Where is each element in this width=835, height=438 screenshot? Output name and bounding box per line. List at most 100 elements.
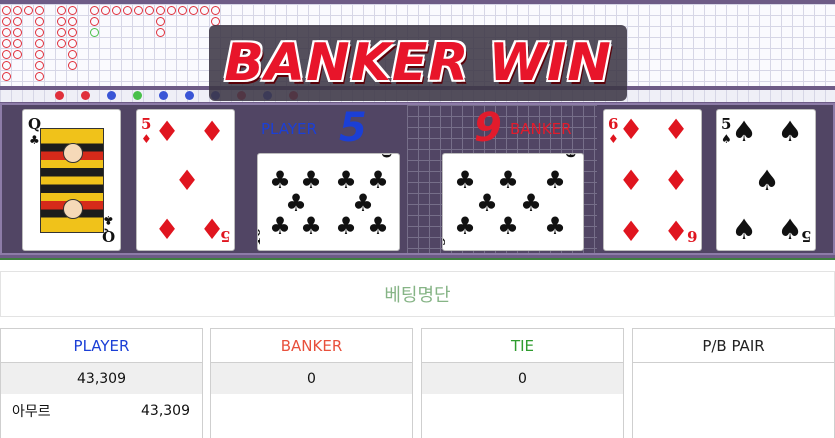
column-header: TIE bbox=[422, 329, 623, 363]
column-header: P/B PAIR bbox=[633, 329, 834, 363]
roadmap-dot bbox=[35, 28, 44, 37]
bead-dot bbox=[55, 91, 64, 100]
roadmap-dot bbox=[68, 61, 77, 70]
club-icon: ♣ bbox=[454, 212, 476, 240]
player-card-1: Q ♣ ♣ Q bbox=[22, 109, 121, 251]
roadmap-dot bbox=[2, 28, 11, 37]
bet-column-tie: TIE 0 bbox=[421, 328, 624, 438]
roadmap-dot bbox=[13, 6, 22, 15]
diamond-icon: ♦ bbox=[663, 113, 689, 146]
card-rank: 5 bbox=[721, 115, 732, 133]
diamond-icon: ♦ bbox=[663, 215, 689, 248]
roadmap-dot bbox=[57, 6, 66, 15]
spade-icon: ♠ bbox=[721, 132, 732, 146]
spade-icon: ♠ bbox=[754, 164, 780, 197]
player-card-3: 10 10 ♣ ♣ ♣ ♣ ♣ ♣ ♣ ♣ ♣ ♣ bbox=[257, 153, 400, 251]
roadmap-dot bbox=[2, 6, 11, 15]
game-area: Q ♣ ♣ Q 5 ♦ ♦ ♦ ♦ ♦ ♦ 5 PLAYER 5 10 10 ♣… bbox=[0, 0, 835, 258]
roadmap-dot bbox=[134, 6, 143, 15]
bet-amount: 43,309 bbox=[141, 403, 190, 419]
roadmap-dot bbox=[2, 61, 11, 70]
roadmap-dot bbox=[57, 39, 66, 48]
roadmap-dot bbox=[35, 72, 44, 81]
banker-score: 9 bbox=[474, 105, 502, 151]
roadmap-dot bbox=[68, 17, 77, 26]
roadmap-dot bbox=[13, 50, 22, 59]
roadmap-dot bbox=[35, 50, 44, 59]
card-panel: Q ♣ ♣ Q 5 ♦ ♦ ♦ ♦ ♦ ♦ 5 PLAYER 5 10 10 ♣… bbox=[0, 103, 835, 255]
diamond-icon: ♦ bbox=[154, 213, 180, 246]
result-text: BANKER WIN bbox=[224, 33, 612, 93]
list-item: 아무르 43,309 bbox=[1, 394, 202, 428]
diamond-icon: ♦ bbox=[199, 115, 225, 148]
club-icon: ♣ bbox=[335, 212, 357, 240]
roadmap-dot bbox=[13, 17, 22, 26]
roadmap-dot bbox=[2, 72, 11, 81]
roadmap-dot bbox=[35, 39, 44, 48]
roadmap-dot bbox=[156, 28, 165, 37]
club-icon: ♣ bbox=[103, 213, 114, 227]
betting-list-title: 베팅명단 bbox=[384, 285, 451, 306]
roadmap-dot bbox=[68, 28, 77, 37]
roadmap-dot bbox=[13, 28, 22, 37]
roadmap-dot bbox=[35, 61, 44, 70]
club-icon: ♣ bbox=[300, 212, 322, 240]
column-total: 0 bbox=[422, 363, 623, 394]
queen-face-art bbox=[40, 128, 104, 233]
bead-dot bbox=[185, 91, 194, 100]
spade-icon: ♠ bbox=[731, 115, 757, 148]
roadmap-dot bbox=[123, 6, 132, 15]
banker-card-3: 5 ♠ ♠ ♠ ♠ ♠ ♠ 5 bbox=[716, 109, 816, 251]
card-rank: 9 bbox=[443, 237, 449, 246]
roadmap-dot bbox=[156, 17, 165, 26]
spade-icon: ♠ bbox=[777, 213, 803, 246]
roadmap-dot bbox=[156, 6, 165, 15]
diamond-icon: ♦ bbox=[663, 164, 689, 197]
club-icon: ♣ bbox=[497, 212, 519, 240]
divider bbox=[0, 258, 835, 260]
card-rank: 6 bbox=[608, 115, 619, 133]
diamond-icon: ♦ bbox=[618, 113, 644, 146]
roadmap-dot bbox=[112, 6, 121, 15]
result-banner: BANKER WIN bbox=[209, 25, 627, 101]
diamond-icon: ♦ bbox=[141, 132, 152, 146]
column-header: PLAYER bbox=[1, 329, 202, 363]
roadmap-dot bbox=[90, 28, 99, 37]
roadmap-dot bbox=[189, 6, 198, 15]
club-icon: ♣ bbox=[544, 166, 566, 194]
roadmap-dot bbox=[68, 6, 77, 15]
roadmap-dot bbox=[57, 28, 66, 37]
roadmap-dot bbox=[68, 39, 77, 48]
card-rank: 9 bbox=[562, 153, 577, 158]
betting-list-header: 베팅명단 bbox=[0, 271, 835, 317]
club-icon: ♣ bbox=[476, 189, 498, 217]
diamond-icon: ♦ bbox=[608, 132, 619, 146]
roadmap-dot bbox=[178, 6, 187, 15]
bet-column-banker: BANKER 0 bbox=[210, 328, 413, 438]
bet-column-player: PLAYER 43,309 아무르 43,309 bbox=[0, 328, 203, 438]
bead-dot bbox=[159, 91, 168, 100]
club-icon: ♣ bbox=[454, 166, 476, 194]
player-label: PLAYER bbox=[261, 120, 317, 138]
roadmap-dot bbox=[167, 6, 176, 15]
roadmap-dot bbox=[145, 6, 154, 15]
roadmap-dot bbox=[90, 17, 99, 26]
card-rank: Q bbox=[101, 227, 115, 245]
roadmap-dot bbox=[68, 50, 77, 59]
card-rank: 5 bbox=[219, 227, 230, 245]
roadmap-dot bbox=[35, 6, 44, 15]
roadmap-dot bbox=[24, 6, 33, 15]
diamond-icon: ♦ bbox=[174, 164, 200, 197]
player-card-2: 5 ♦ ♦ ♦ ♦ ♦ ♦ 5 bbox=[136, 109, 235, 251]
roadmap-dot bbox=[200, 6, 209, 15]
club-icon: ♣ bbox=[520, 189, 542, 217]
roadmap-dot bbox=[2, 50, 11, 59]
player-score: 5 bbox=[339, 105, 367, 151]
roadmap-dot bbox=[2, 39, 11, 48]
spade-icon: ♠ bbox=[731, 213, 757, 246]
banker-card-1: 9 9 ♣ ♣ ♣ ♣ ♣ ♣ ♣ ♣ ♣ bbox=[442, 153, 584, 251]
bettor-name: 아무르 bbox=[12, 404, 51, 420]
banker-card-2: 6 ♦ ♦ ♦ ♦ ♦ ♦ ♦ 6 bbox=[603, 109, 702, 251]
card-rank: 5 bbox=[141, 115, 152, 133]
diamond-icon: ♦ bbox=[618, 215, 644, 248]
